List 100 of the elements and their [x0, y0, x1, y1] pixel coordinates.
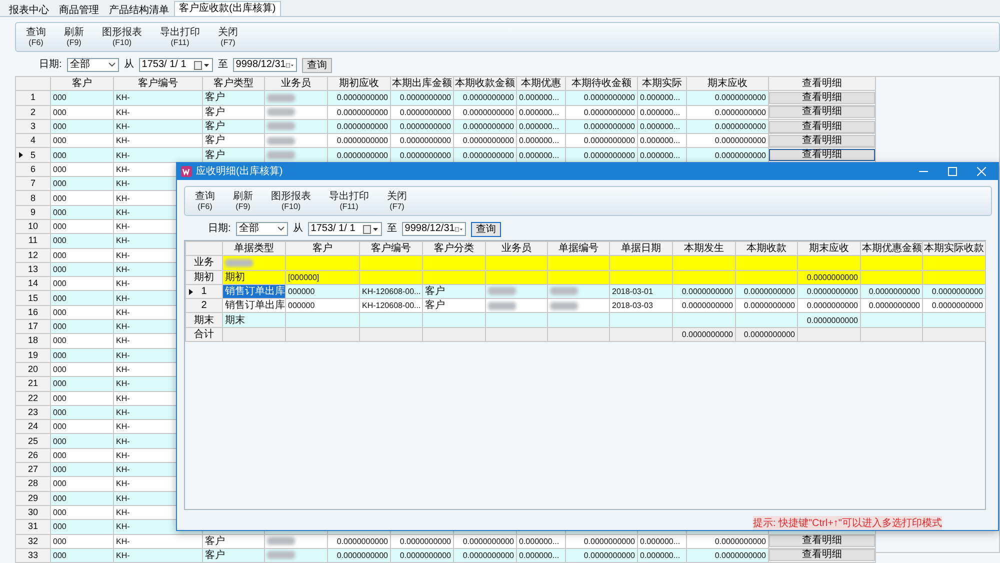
- table-cell: 000: [50, 548, 114, 563]
- table-cell: 0.0000000000: [672, 284, 736, 299]
- from-label: 从: [292, 223, 303, 235]
- column-header: 客户: [286, 242, 360, 256]
- table-cell: 000: [50, 391, 114, 406]
- table-cell: KH-: [114, 90, 202, 106]
- range-select[interactable]: 全部: [66, 58, 119, 72]
- table-cell: 000: [50, 276, 114, 291]
- toolbar-button[interactable]: 查询 (F6): [26, 28, 46, 46]
- row-header: 合计: [186, 327, 222, 342]
- column-header: 单据编号: [548, 242, 610, 256]
- toolbar-button[interactable]: 关闭 (F7): [387, 192, 407, 210]
- row-header: 3: [16, 119, 50, 134]
- calendar-icon[interactable]: [194, 60, 210, 70]
- table-cell: 0.0000000000: [454, 105, 516, 120]
- view-detail-button[interactable]: 查看明细: [770, 134, 874, 147]
- table-cell: 0.000000...: [516, 105, 566, 120]
- column-header: 本期优惠: [516, 76, 566, 91]
- table-cell: 客户: [202, 148, 264, 162]
- row-header: 30: [16, 505, 50, 520]
- row-header: 22: [16, 391, 50, 406]
- toolbar-button[interactable]: 导出打印 (F11): [329, 192, 369, 210]
- app-icon: [181, 166, 192, 177]
- table-cell: 0.0000000000: [736, 327, 798, 342]
- column-header: 单据类型: [222, 242, 286, 256]
- row-header: 14: [16, 276, 50, 291]
- table-cell: 0.0000000000: [860, 298, 922, 313]
- to-label: 至: [386, 223, 397, 235]
- tab[interactable]: 客户应收款(出库核算): [174, 1, 281, 16]
- table-cell: 0.0000000000: [454, 548, 516, 563]
- table-cell: 000: [50, 491, 114, 506]
- row-header: 19: [16, 348, 50, 362]
- table-cell: 0.0000000000: [736, 298, 798, 313]
- view-detail-button[interactable]: 查看明细: [770, 120, 874, 133]
- table-cell: 0.0000000000: [672, 327, 736, 342]
- toolbar-button[interactable]: 图形报表 (F10): [102, 28, 142, 46]
- table-cell: 0.0000000000: [860, 284, 922, 299]
- toolbar-button[interactable]: 关闭 (F7): [218, 28, 238, 46]
- table-cell: 000: [50, 262, 114, 277]
- table-cell: 客户: [202, 534, 264, 548]
- table-cell: 客户: [422, 284, 486, 299]
- table-cell: 000000: [286, 284, 360, 299]
- table-cell: 000: [50, 162, 114, 177]
- table-cell: 0.0000000000: [798, 298, 860, 313]
- table-cell: 000: [50, 462, 114, 477]
- table-cell: 0.0000000000: [922, 298, 986, 313]
- table-cell: 0.000000...: [638, 148, 686, 162]
- row-header: 1: [16, 90, 50, 106]
- table-cell: 销售订单出库: [222, 298, 286, 313]
- row-header: 11: [16, 234, 50, 248]
- table-cell: 0.0000000000: [686, 148, 768, 162]
- tab[interactable]: 产品结构清单: [104, 3, 174, 16]
- view-detail-button[interactable]: 查看明细: [770, 106, 874, 118]
- table-cell: 0.0000000000: [328, 119, 390, 134]
- table-cell: 0.0000000000: [328, 148, 390, 162]
- row-header: 15: [16, 290, 50, 306]
- table-cell: 000: [50, 134, 114, 148]
- column-header: 本期实际收款: [922, 242, 986, 256]
- table-cell: 期初: [222, 270, 286, 284]
- column-header: 业务员: [486, 242, 548, 256]
- hint-text: 提示: 快捷键"Ctrl+↑"可以进入多选打印模式: [752, 516, 942, 530]
- table-cell: 0.0000000000: [390, 134, 454, 148]
- row-header: 32: [16, 534, 50, 548]
- row-header: 20: [16, 362, 50, 377]
- column-header: 期末应收: [798, 242, 860, 256]
- table-cell: 0.0000000000: [686, 134, 768, 148]
- from-date-field[interactable]: 1753/ 1/ 1: [138, 58, 213, 72]
- view-detail-button[interactable]: 查看明细: [770, 549, 874, 562]
- to-date-field[interactable]: 9998/12/31: [402, 222, 466, 236]
- from-date-field[interactable]: 1753/ 1/ 1: [308, 222, 382, 236]
- toolbar-button[interactable]: 刷新 (F9): [233, 192, 253, 210]
- column-header: 本期优惠金额: [860, 242, 922, 256]
- close-icon[interactable]: [977, 167, 986, 176]
- calendar-icon[interactable]: [362, 224, 379, 234]
- table-cell: KH-: [114, 119, 202, 134]
- range-select[interactable]: 全部: [236, 222, 288, 236]
- toolbar-button[interactable]: 图形报表 (F10): [271, 192, 311, 210]
- table-cell: 期末: [222, 312, 286, 328]
- table-cell: 客户: [202, 105, 264, 120]
- tab[interactable]: 商品管理: [54, 3, 104, 16]
- toolbar-button[interactable]: 刷新 (F9): [64, 28, 84, 46]
- query-button[interactable]: 查询: [470, 222, 501, 236]
- maximize-icon[interactable]: [948, 167, 957, 176]
- table-cell: 0.0000000000: [566, 90, 638, 106]
- view-detail-button[interactable]: 查看明细: [770, 92, 874, 104]
- toolbar-button[interactable]: 导出打印 (F11): [160, 28, 200, 46]
- row-header: 2: [186, 298, 222, 313]
- table-cell: 000: [50, 362, 114, 377]
- table-cell: 0.0000000000: [328, 90, 390, 106]
- table-cell: 000: [50, 305, 114, 320]
- to-date-field[interactable]: 9998/12/31: [232, 58, 297, 72]
- table-cell: 0.0000000000: [566, 105, 638, 120]
- view-detail-button[interactable]: 查看明细: [770, 535, 874, 548]
- table-cell: 0.0000000000: [566, 134, 638, 148]
- tab[interactable]: 报表中心: [4, 3, 54, 16]
- query-button[interactable]: 查询: [302, 58, 332, 72]
- table-cell: 000: [50, 448, 114, 463]
- view-detail-button[interactable]: 查看明细: [770, 149, 874, 162]
- to-label: 至: [218, 59, 228, 71]
- table-cell: 0.0000000000: [566, 548, 638, 563]
